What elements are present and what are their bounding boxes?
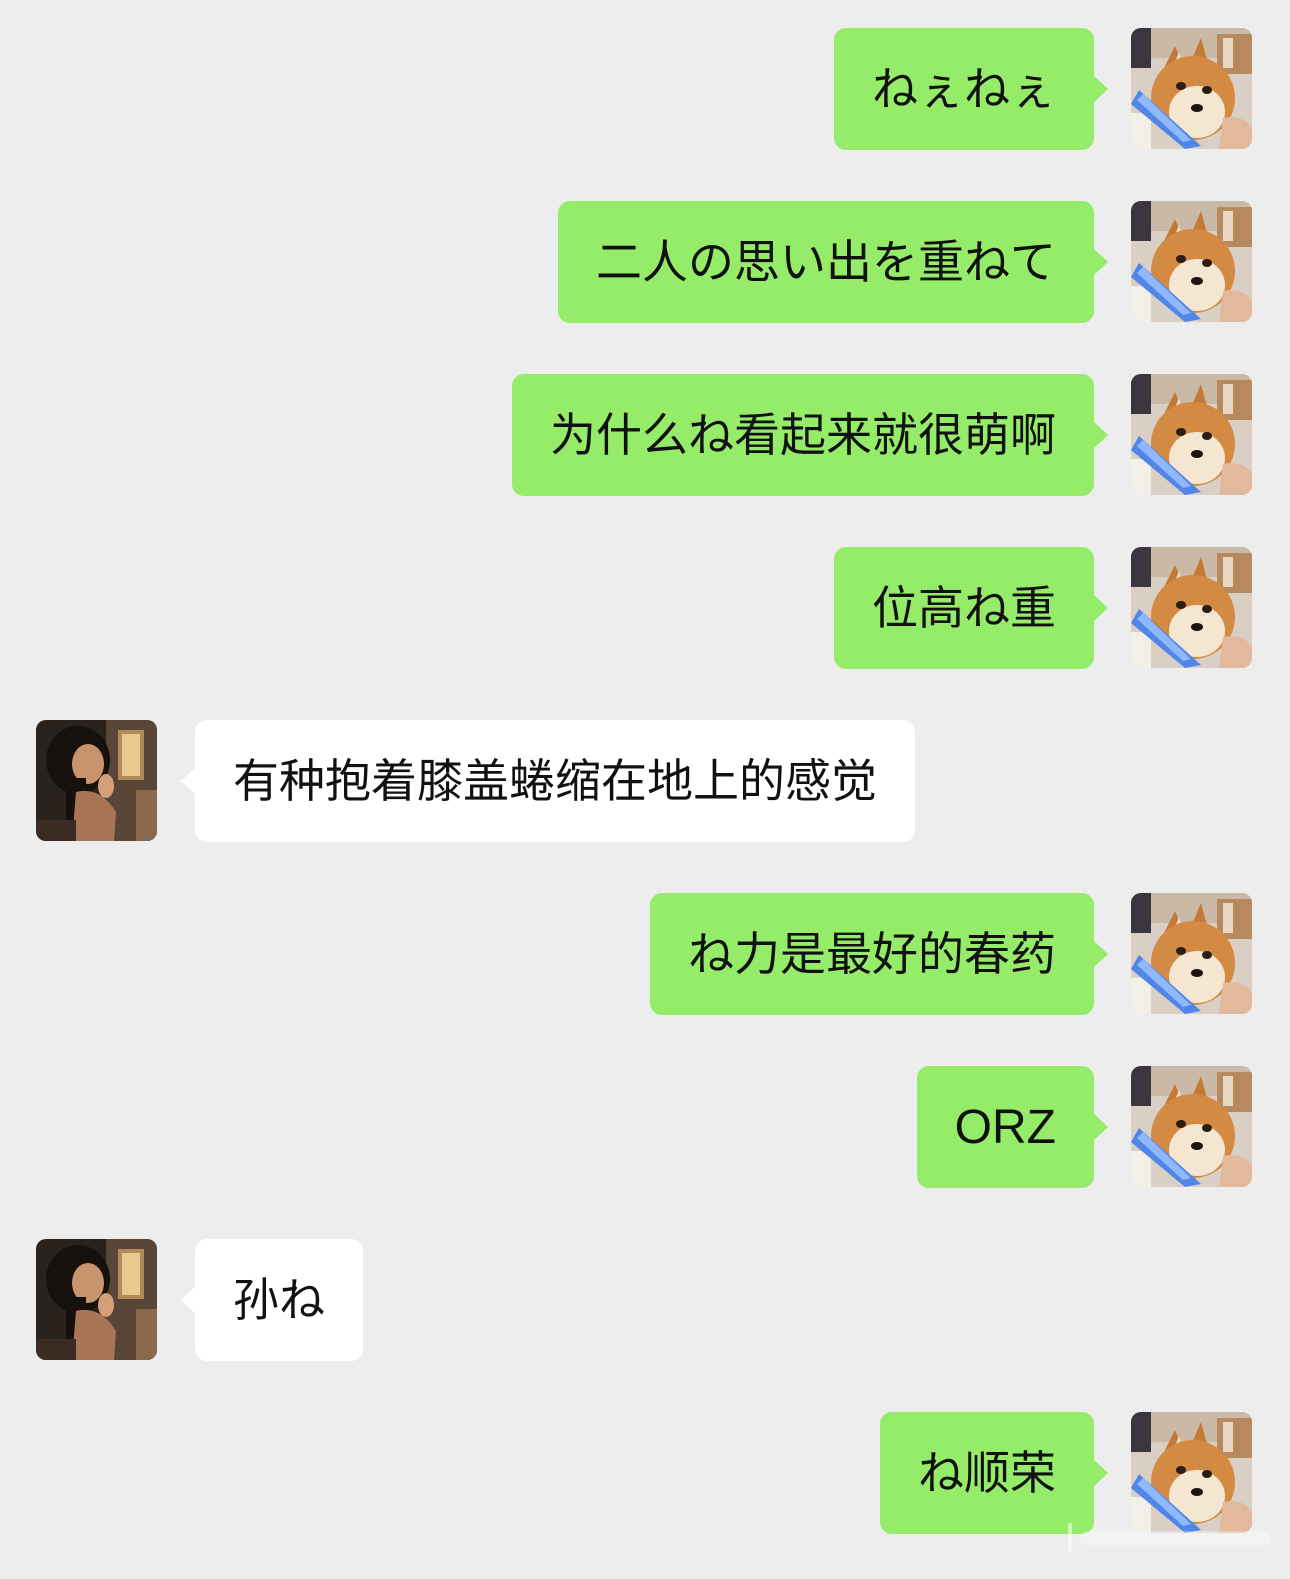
message-row: ね力是最好的春药 xyxy=(0,893,1290,1015)
sent-message-bubble[interactable]: ねぇねぇ xyxy=(834,28,1108,150)
sent-message-bubble[interactable]: 二人の思い出を重ねて xyxy=(558,201,1108,323)
message-row: 为什么ね看起来就很萌啊 xyxy=(0,374,1290,496)
message-row: 有种抱着膝盖蜷缩在地上的感觉 xyxy=(0,720,1290,842)
message-text: ね顺荣 xyxy=(918,1446,1056,1500)
girl-photo-avatar[interactable] xyxy=(36,1239,157,1360)
shiba-dog-avatar[interactable] xyxy=(1131,1412,1252,1533)
sent-message-bubble[interactable]: ね顺荣 xyxy=(880,1412,1108,1534)
message-row: 孙ね xyxy=(0,1239,1290,1361)
received-message-bubble[interactable]: 有种抱着膝盖蜷缩在地上的感觉 xyxy=(181,720,915,842)
message-text: 位高ね重 xyxy=(872,581,1056,635)
received-message-bubble[interactable]: 孙ね xyxy=(181,1239,363,1361)
message-row: 二人の思い出を重ねて xyxy=(0,201,1290,323)
sent-message-bubble[interactable]: ね力是最好的春药 xyxy=(650,893,1108,1015)
message-text: ねぇねぇ xyxy=(872,62,1056,116)
message-row: ねぇねぇ xyxy=(0,28,1290,150)
girl-photo-avatar[interactable] xyxy=(36,720,157,841)
sent-message-bubble[interactable]: ORZ xyxy=(916,1066,1109,1188)
message-text: ORZ xyxy=(954,1101,1056,1154)
message-text: 为什么ね看起来就很萌啊 xyxy=(550,408,1056,462)
message-text: 二人の思い出を重ねて xyxy=(596,235,1056,289)
sent-message-bubble[interactable]: 为什么ね看起来就很萌啊 xyxy=(512,374,1108,496)
shiba-dog-avatar[interactable] xyxy=(1131,547,1252,668)
message-row: ORZ xyxy=(0,1066,1290,1188)
message-text: 有种抱着膝盖蜷缩在地上的感觉 xyxy=(233,754,877,808)
shiba-dog-avatar[interactable] xyxy=(1131,374,1252,495)
message-row: 位高ね重 xyxy=(0,547,1290,669)
shiba-dog-avatar[interactable] xyxy=(1131,893,1252,1014)
message-text: 孙ね xyxy=(233,1273,325,1327)
message-text: ね力是最好的春药 xyxy=(688,927,1056,981)
message-row: ね顺荣 xyxy=(0,1412,1290,1534)
sent-message-bubble[interactable]: 位高ね重 xyxy=(834,547,1108,669)
shiba-dog-avatar[interactable] xyxy=(1131,201,1252,322)
shiba-dog-avatar[interactable] xyxy=(1131,1066,1252,1187)
shiba-dog-avatar[interactable] xyxy=(1131,28,1252,149)
watermark-logo xyxy=(1068,1523,1270,1551)
